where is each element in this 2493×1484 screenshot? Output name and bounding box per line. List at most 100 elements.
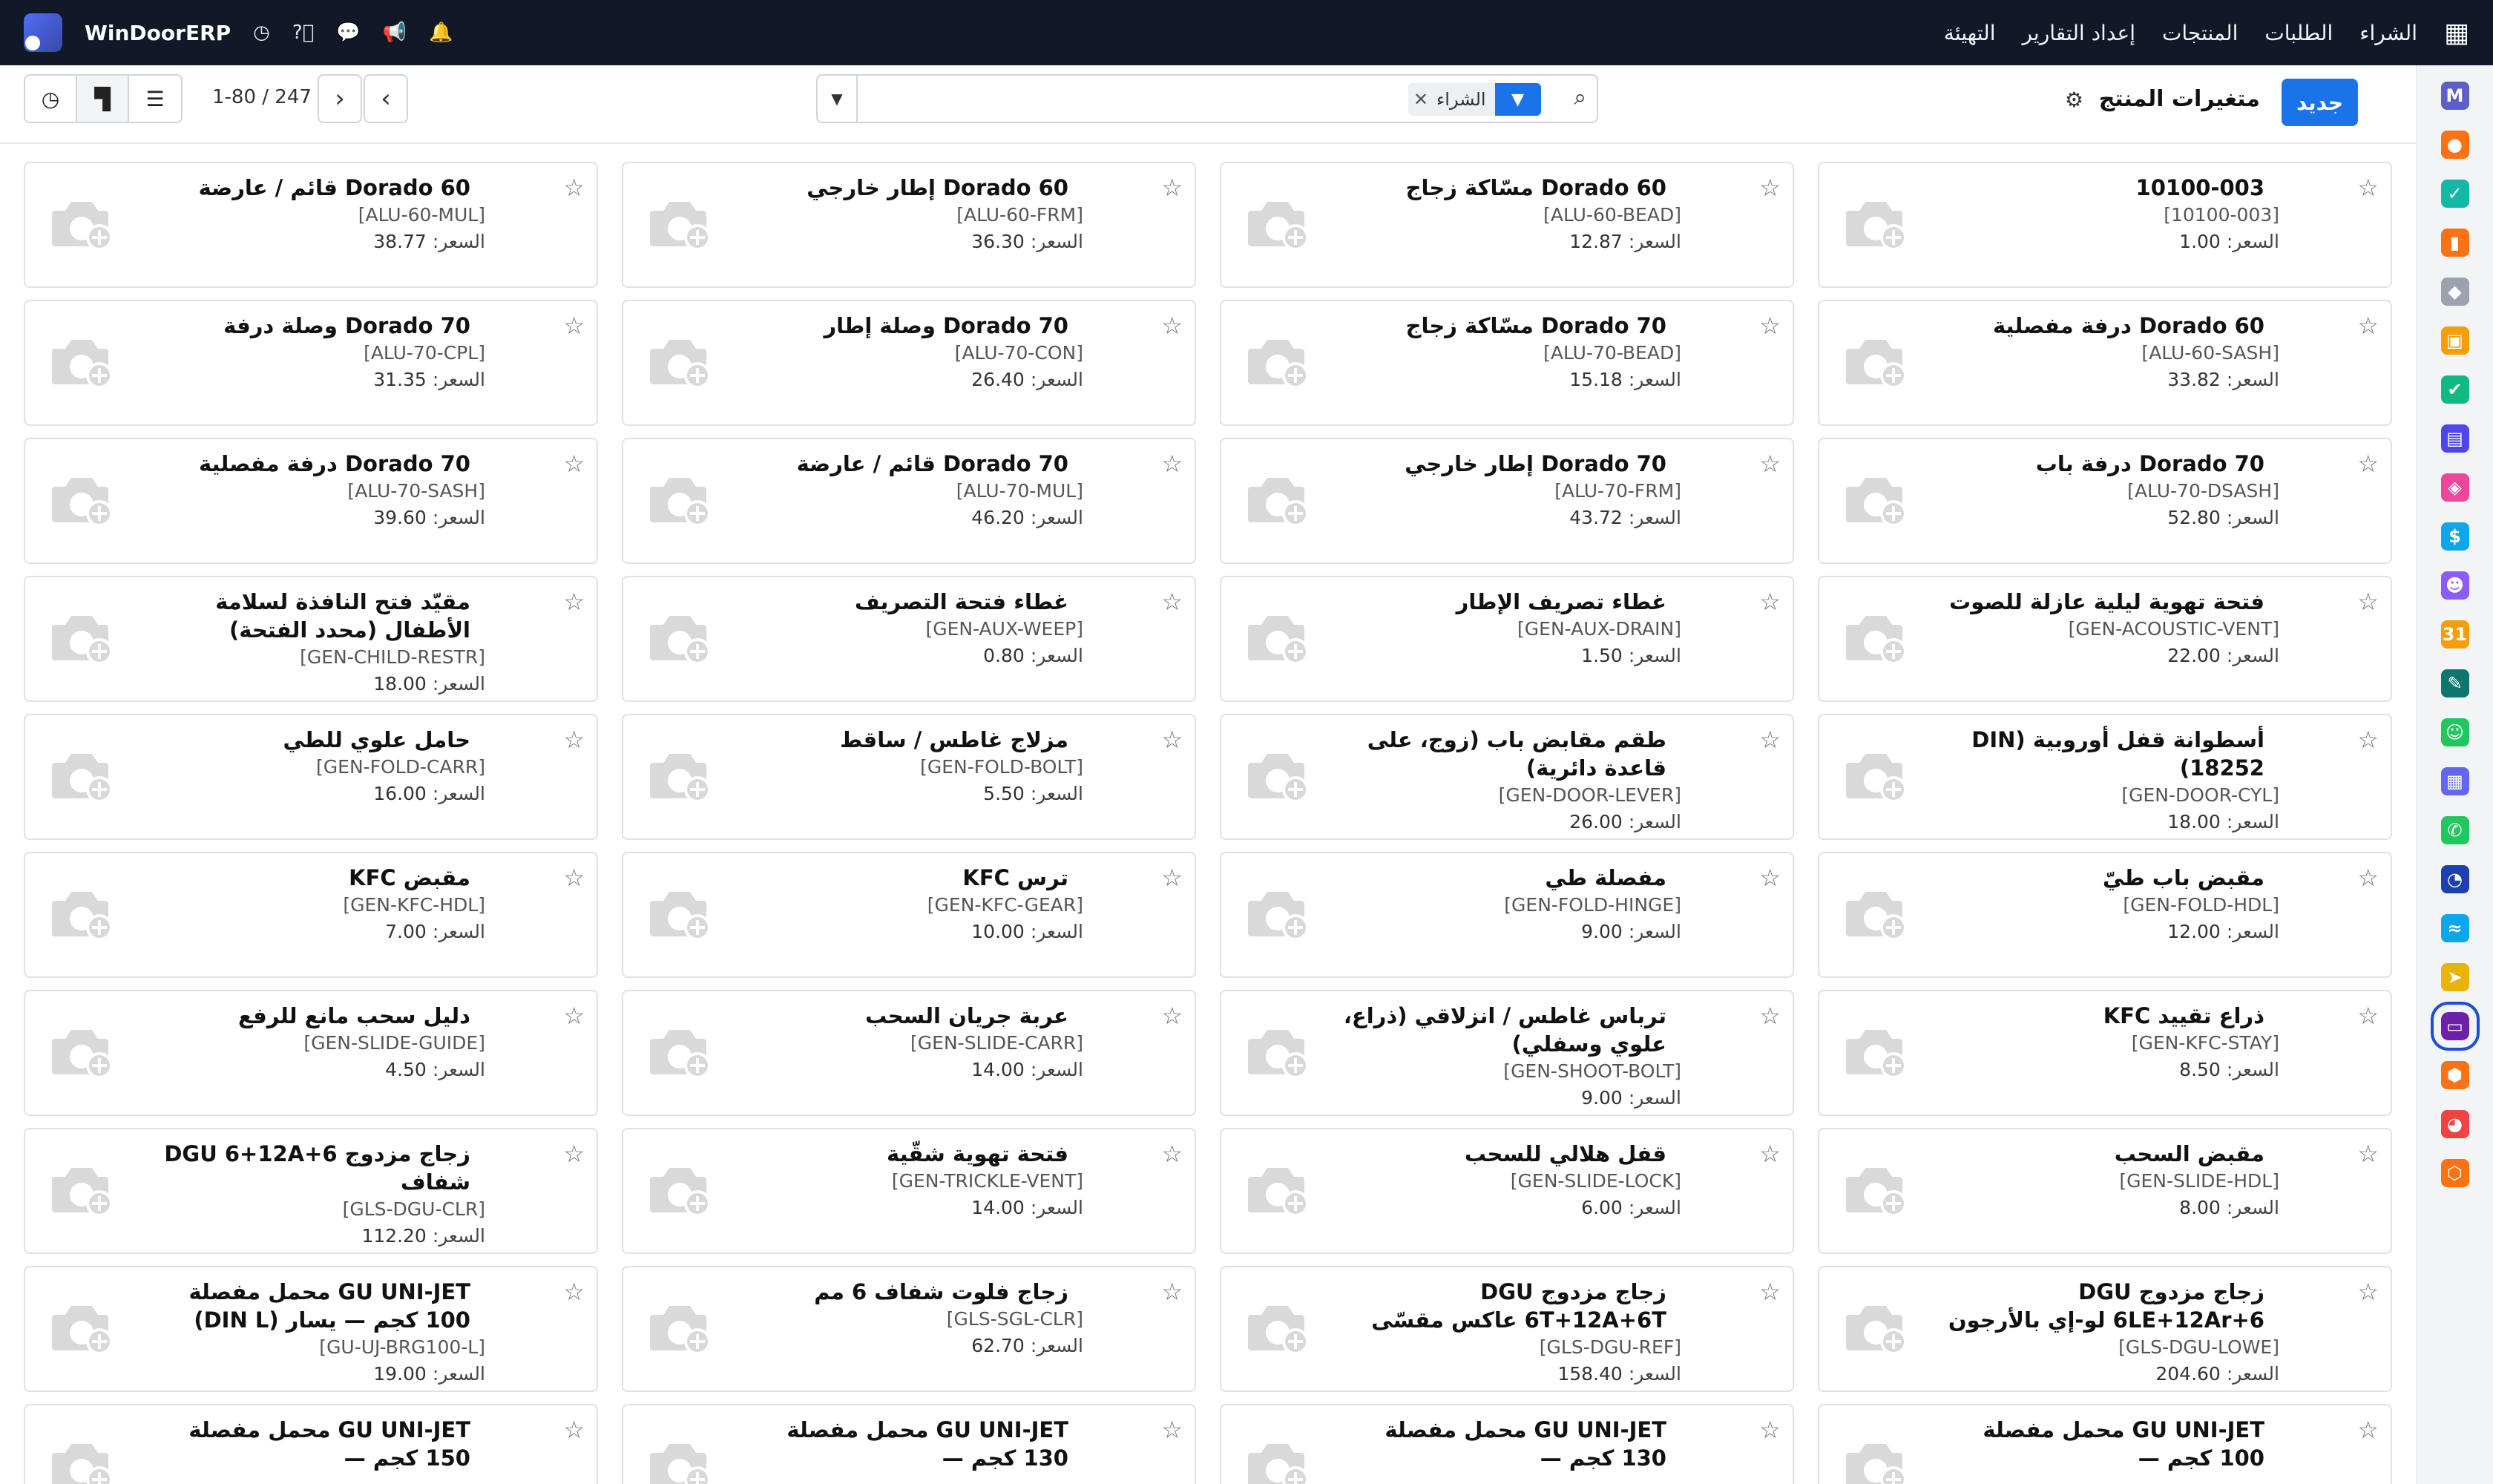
product-card[interactable]: ☆ حامل علوي للطي [GEN-FOLD-CARR] السعر:16.0… xyxy=(24,714,598,840)
product-card[interactable]: ☆ Dorado 60 مسّاكة زجاج [ALU-60-BEAD] السعر… xyxy=(1220,162,1794,288)
product-card[interactable]: ☆ Dorado 70 قائم / عارضة [ALU-70-MUL] السعر… xyxy=(622,438,1196,564)
camera-placeholder-icon[interactable] xyxy=(646,746,717,806)
new-button[interactable]: جديد xyxy=(2281,79,2358,126)
camera-placeholder-icon[interactable] xyxy=(47,194,119,254)
pager-next-button[interactable]: › xyxy=(318,74,362,123)
product-card[interactable]: ☆ دليل سحب مانع للرفع [GEN-SLIDE-GUIDE] الس… xyxy=(24,990,598,1116)
product-card[interactable]: ☆ GU UNI-JET محمل مفصلة 130 كجم — xyxy=(622,1404,1196,1484)
camera-placeholder-icon[interactable] xyxy=(646,884,717,944)
mail-icon[interactable]: M xyxy=(2440,82,2469,110)
menu-configuration[interactable]: التهيئة xyxy=(1944,21,1996,45)
company-name[interactable]: WinDoorERP xyxy=(85,21,231,45)
camera-placeholder-icon[interactable] xyxy=(1244,470,1315,530)
star-icon[interactable]: ☆ xyxy=(563,1278,585,1306)
camera-placeholder-icon[interactable] xyxy=(646,1160,717,1220)
star-icon[interactable]: ☆ xyxy=(2357,1002,2379,1030)
product-card[interactable]: ☆ ترباس غاطس / انزلاقي (ذراع، علوي وسفلي)… xyxy=(1220,990,1794,1116)
product-card[interactable]: ☆ زجاج مزدوج DGU 6T+12A+6T عاكس مقسّى [GLS… xyxy=(1220,1266,1794,1392)
product-card[interactable]: ☆ Dorado 70 وصلة درفة [ALU-70-CPL] السعر:31… xyxy=(24,300,598,426)
star-icon[interactable]: ☆ xyxy=(1759,450,1781,478)
whatsapp-icon[interactable]: ✆ xyxy=(2440,816,2469,844)
star-icon[interactable]: ☆ xyxy=(1759,312,1781,340)
star-icon[interactable]: ☆ xyxy=(1161,1278,1183,1306)
camera-placeholder-icon[interactable] xyxy=(47,332,119,392)
announcement-icon[interactable]: 📢 xyxy=(383,22,407,44)
star-icon[interactable]: ☆ xyxy=(2357,1416,2379,1444)
star-icon[interactable]: ☆ xyxy=(2357,1140,2379,1168)
pager-previous-button[interactable]: ‹ xyxy=(364,74,408,123)
camera-placeholder-icon[interactable] xyxy=(1842,470,1913,530)
product-card[interactable]: ☆ GU UNI-JET محمل مفصلة 150 كجم — xyxy=(24,1404,598,1484)
camera-placeholder-icon[interactable] xyxy=(47,1160,119,1220)
card-icon[interactable]: ▭ xyxy=(2430,1002,2480,1051)
product-card[interactable]: ☆ مقبض KFC [GEN-KFC-HDL] السعر:7.00 xyxy=(24,852,598,978)
check-icon[interactable]: ✓ xyxy=(2440,180,2469,208)
users-icon[interactable]: ☻ xyxy=(2440,571,2469,600)
product-card[interactable]: ☆ زجاج مزدوج DGU 6+12A+6 شفاف [GLS-DGU-CLR… xyxy=(24,1128,598,1254)
star-icon[interactable]: ☆ xyxy=(2357,174,2379,202)
calendar-icon[interactable]: 31 xyxy=(2440,620,2469,649)
star-icon[interactable]: ☆ xyxy=(2357,1278,2379,1306)
star-icon[interactable]: ☆ xyxy=(2357,312,2379,340)
camera-placeholder-icon[interactable] xyxy=(47,884,119,944)
camera-placeholder-icon[interactable] xyxy=(1842,608,1913,668)
product-card[interactable]: ☆ 10100-003 [10100-003] السعر:1.00 xyxy=(1818,162,2392,288)
camera-placeholder-icon[interactable] xyxy=(1842,1437,1913,1484)
list-view-icon[interactable]: ☰ xyxy=(129,76,181,122)
camera-placeholder-icon[interactable] xyxy=(646,608,717,668)
product-card[interactable]: ☆ زجاج فلوت شفاف 6 مم [GLS-SGL-CLR] السعر:6… xyxy=(622,1266,1196,1392)
menu-products[interactable]: المنتجات xyxy=(2162,21,2238,45)
product-card[interactable]: ☆ مزلاج غاطس / ساقط [GEN-FOLD-BOLT] السعر:5… xyxy=(622,714,1196,840)
camera-placeholder-icon[interactable] xyxy=(1842,746,1913,806)
contact-icon[interactable]: ☺ xyxy=(2440,718,2469,746)
star-icon[interactable]: ☆ xyxy=(563,726,585,754)
camera-placeholder-icon[interactable] xyxy=(646,470,717,530)
star-icon[interactable]: ☆ xyxy=(2357,864,2379,892)
camera-placeholder-icon[interactable] xyxy=(1244,1298,1315,1358)
camera-placeholder-icon[interactable] xyxy=(1244,332,1315,392)
product-card[interactable]: ☆ Dorado 70 إطار خارجي [ALU-70-FRM] السعر:4… xyxy=(1220,438,1794,564)
star-icon[interactable]: ☆ xyxy=(1161,588,1183,616)
product-card[interactable]: ☆ مقبض باب طيّ [GEN-FOLD-HDL] السعر:12.00 xyxy=(1818,852,2392,978)
camera-placeholder-icon[interactable] xyxy=(1244,608,1315,668)
box-icon[interactable]: ◆ xyxy=(2440,278,2469,306)
star-icon[interactable]: ☆ xyxy=(2357,588,2379,616)
product-card[interactable]: ☆ Dorado 70 وصلة إطار [ALU-70-CON] السعر:26… xyxy=(622,300,1196,426)
star-icon[interactable]: ☆ xyxy=(1161,450,1183,478)
activity-view-icon[interactable]: ◷ xyxy=(25,76,77,122)
package-icon[interactable]: ◈ xyxy=(2440,473,2469,502)
camera-placeholder-icon[interactable] xyxy=(1842,332,1913,392)
product-card[interactable]: ☆ مفصلة طي [GEN-FOLD-HINGE] السعر:9.00 xyxy=(1220,852,1794,978)
product-card[interactable]: ☆ Dorado 60 إطار خارجي [ALU-60-FRM] السعر:3… xyxy=(622,162,1196,288)
star-icon[interactable]: ☆ xyxy=(563,450,585,478)
camera-placeholder-icon[interactable] xyxy=(1842,194,1913,254)
star-icon[interactable]: ☆ xyxy=(1161,1002,1183,1030)
star-icon[interactable]: ☆ xyxy=(563,588,585,616)
pie-icon[interactable]: ◕ xyxy=(2440,1110,2469,1138)
star-icon[interactable]: ☆ xyxy=(1161,726,1183,754)
star-icon[interactable]: ☆ xyxy=(1161,864,1183,892)
star-icon[interactable]: ☆ xyxy=(1759,1278,1781,1306)
product-card[interactable]: ☆ طقم مقابض باب (زوج، على قاعدة دائرية) [G… xyxy=(1220,714,1794,840)
star-icon[interactable]: ☆ xyxy=(2357,450,2379,478)
product-card[interactable]: ☆ GU UNI-JET محمل مفصلة 100 كجم — يسار (D… xyxy=(24,1266,598,1392)
product-card[interactable]: ☆ Dorado 60 قائم / عارضة [ALU-60-MUL] السعر… xyxy=(24,162,598,288)
product-card[interactable]: ☆ ترس KFC [GEN-KFC-GEAR] السعر:10.00 xyxy=(622,852,1196,978)
camera-placeholder-icon[interactable] xyxy=(47,1298,119,1358)
product-card[interactable]: ☆ Dorado 60 درفة مفصلية [ALU-60-SASH] السعر… xyxy=(1818,300,2392,426)
product-card[interactable]: ☆ Dorado 70 درفة مفصلية [ALU-70-SASH] السعر… xyxy=(24,438,598,564)
chat-icon[interactable]: ● xyxy=(2440,131,2469,159)
search-icon[interactable]: ⌕ xyxy=(1574,85,1586,111)
star-icon[interactable]: ☆ xyxy=(1759,1002,1781,1030)
product-card[interactable]: ☆ فتحة تهوية ليلية عازلة للصوت [GEN-ACOUST… xyxy=(1818,576,2392,702)
product-card[interactable]: ☆ فتحة تهوية شقّية [GEN-TRICKLE-VENT] السعر… xyxy=(622,1128,1196,1254)
star-icon[interactable]: ☆ xyxy=(563,312,585,340)
book-icon[interactable]: ▤ xyxy=(2440,424,2469,453)
kanban-view-icon[interactable]: ▜ xyxy=(77,76,129,122)
camera-placeholder-icon[interactable] xyxy=(1244,746,1315,806)
camera-placeholder-icon[interactable] xyxy=(646,1437,717,1484)
star-icon[interactable]: ☆ xyxy=(563,1416,585,1444)
product-card[interactable]: ☆ Dorado 70 مسّاكة زجاج [ALU-70-BEAD] السعر… xyxy=(1220,300,1794,426)
camera-placeholder-icon[interactable] xyxy=(646,1022,717,1082)
star-icon[interactable]: ☆ xyxy=(1161,174,1183,202)
